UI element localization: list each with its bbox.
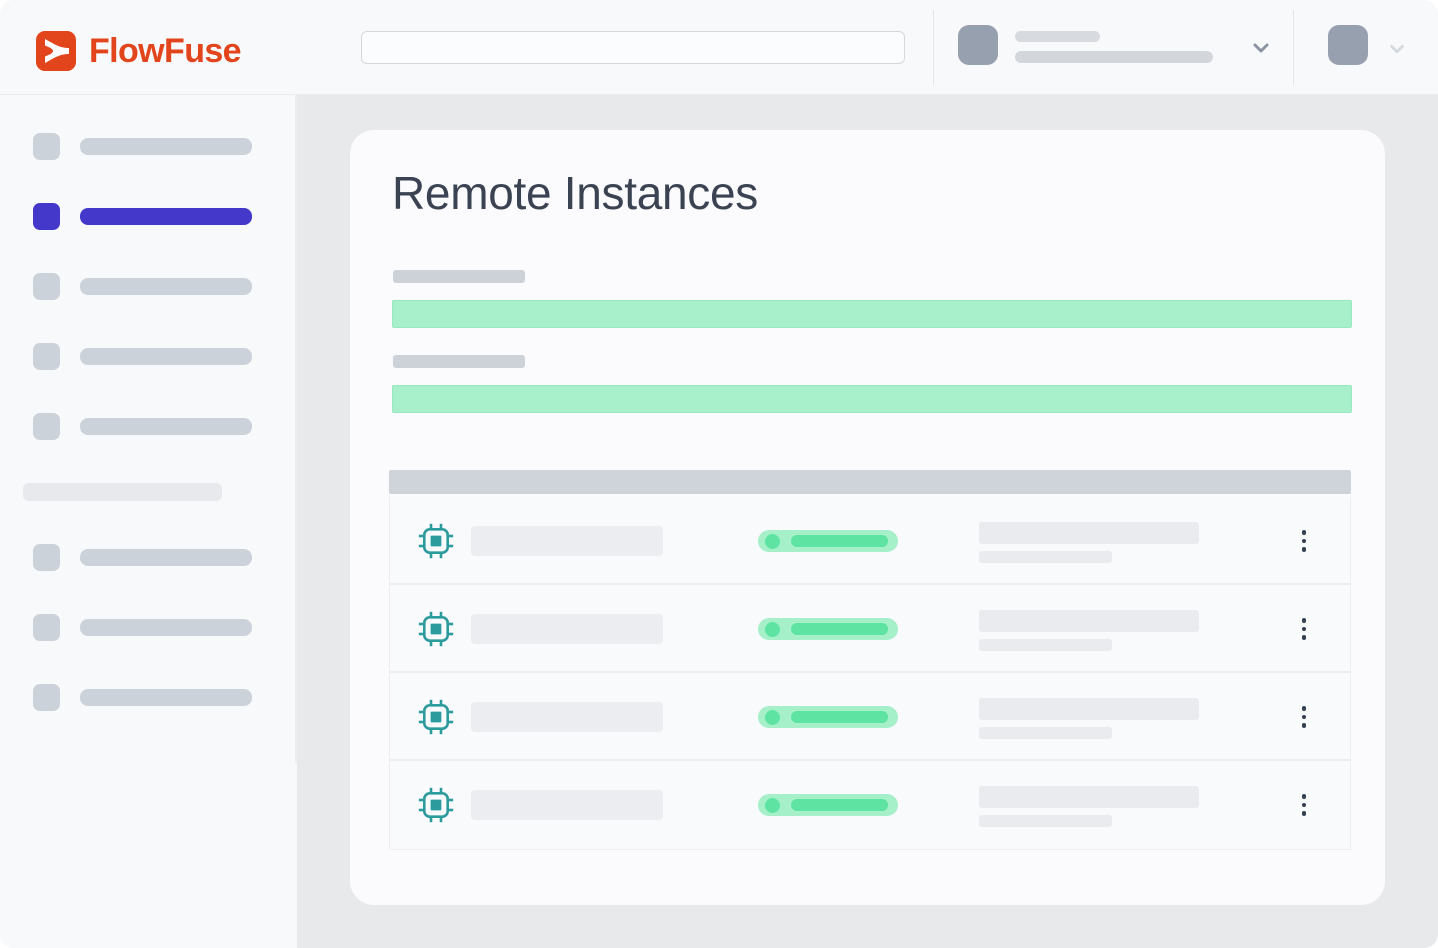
chip-icon <box>417 610 455 653</box>
sidebar-item[interactable] <box>33 684 297 711</box>
status-badge <box>758 530 898 552</box>
status-badge <box>758 618 898 640</box>
sidebar-secondary-list <box>0 544 297 711</box>
status-dot-icon <box>765 798 780 813</box>
meta-subline-skeleton <box>979 727 1112 739</box>
status-text-skeleton <box>791 799 888 811</box>
sidebar-item[interactable] <box>33 413 297 440</box>
table-header-skeleton <box>389 470 1351 494</box>
sidebar-item-label-skeleton <box>80 418 252 435</box>
sidebar-edge-divider <box>295 95 297 763</box>
meta-subline-skeleton <box>979 815 1112 827</box>
sidebar-item-icon <box>33 343 60 370</box>
sidebar-navigation <box>0 95 297 948</box>
meta-line-skeleton <box>979 610 1199 632</box>
sidebar-item-icon <box>33 273 60 300</box>
chip-icon <box>417 522 455 565</box>
status-text-skeleton <box>791 623 888 635</box>
meta-line-skeleton <box>979 698 1199 720</box>
sidebar-item[interactable] <box>33 544 297 571</box>
meta-line-skeleton <box>979 786 1199 808</box>
kebab-menu-button[interactable] <box>1292 523 1316 559</box>
user-name-skeleton <box>1015 31 1100 42</box>
top-navigation-bar: FlowFuse <box>0 0 1438 95</box>
status-text-skeleton <box>791 711 888 723</box>
header-divider <box>1293 10 1294 85</box>
instances-table <box>389 470 1351 850</box>
main-content-area: Remote Instances <box>297 95 1438 948</box>
user-detail-skeleton <box>1015 51 1213 63</box>
status-dot-icon <box>765 534 780 549</box>
sidebar-item-label-skeleton <box>80 278 252 295</box>
brand-home-link[interactable]: FlowFuse <box>36 31 241 71</box>
status-text-skeleton <box>791 535 888 547</box>
sidebar-item[interactable] <box>33 273 297 300</box>
kebab-icon <box>1302 618 1307 623</box>
meta-subline-skeleton <box>979 551 1112 563</box>
sidebar-item[interactable] <box>33 203 297 230</box>
sidebar-section-label-skeleton <box>23 483 222 501</box>
form-input-highlighted[interactable] <box>392 300 1352 328</box>
chevron-down-icon <box>1249 36 1273 65</box>
chevron-down-icon <box>1386 38 1408 65</box>
status-badge <box>758 706 898 728</box>
kebab-icon <box>1302 530 1307 535</box>
secondary-avatar <box>1328 25 1368 65</box>
chip-icon <box>417 786 455 829</box>
sidebar-item-icon <box>33 133 60 160</box>
chip-icon <box>417 698 455 741</box>
search-input[interactable] <box>361 31 905 64</box>
brand-name: FlowFuse <box>89 34 241 68</box>
sidebar-item-label-skeleton <box>80 689 252 706</box>
flowfuse-logo-icon <box>36 31 76 71</box>
status-badge <box>758 794 898 816</box>
form-input-highlighted[interactable] <box>392 385 1352 413</box>
app-window: FlowFuse <box>0 0 1438 948</box>
remote-instances-card: Remote Instances <box>350 130 1385 905</box>
meta-subline-skeleton <box>979 639 1112 651</box>
header-divider <box>933 10 934 85</box>
table-body <box>389 497 1351 850</box>
kebab-menu-button[interactable] <box>1292 611 1316 647</box>
sidebar-item-icon <box>33 684 60 711</box>
kebab-menu-button[interactable] <box>1292 787 1316 823</box>
table-row[interactable] <box>390 585 1350 673</box>
kebab-icon <box>1302 794 1307 799</box>
kebab-menu-button[interactable] <box>1292 699 1316 735</box>
instance-name-skeleton <box>471 702 663 732</box>
sidebar-item-label-skeleton <box>80 619 252 636</box>
table-row[interactable] <box>390 761 1350 849</box>
sidebar-item-icon <box>33 413 60 440</box>
sidebar-item-label-skeleton <box>80 208 252 225</box>
instance-name-skeleton <box>471 790 663 820</box>
sidebar-item[interactable] <box>33 133 297 160</box>
form-label-skeleton <box>393 270 525 283</box>
page-title: Remote Instances <box>392 168 758 219</box>
instance-name-skeleton <box>471 614 663 644</box>
sidebar-item-icon <box>33 203 60 230</box>
status-dot-icon <box>765 710 780 725</box>
meta-line-skeleton <box>979 522 1199 544</box>
form-label-skeleton <box>393 355 525 368</box>
status-dot-icon <box>765 622 780 637</box>
sidebar-item-label-skeleton <box>80 549 252 566</box>
sidebar-primary-list <box>0 95 297 440</box>
sidebar-item-icon <box>33 544 60 571</box>
kebab-icon <box>1302 706 1307 711</box>
sidebar-item-label-skeleton <box>80 138 252 155</box>
sidebar-item[interactable] <box>33 614 297 641</box>
sidebar-item-label-skeleton <box>80 348 252 365</box>
sidebar-item[interactable] <box>33 343 297 370</box>
user-avatar <box>958 25 998 65</box>
table-row[interactable] <box>390 497 1350 585</box>
table-row[interactable] <box>390 673 1350 761</box>
sidebar-item-icon <box>33 614 60 641</box>
instance-name-skeleton <box>471 526 663 556</box>
